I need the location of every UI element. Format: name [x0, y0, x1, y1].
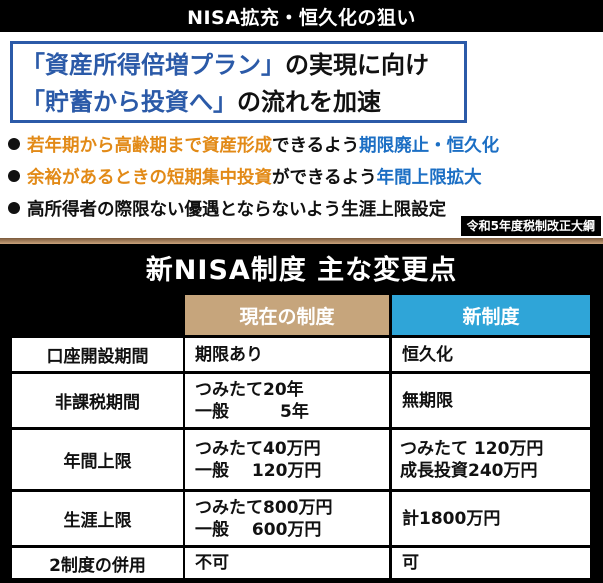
current-annual-limit-line2: 一般 120万円: [195, 460, 322, 481]
bullet-dot-icon: [8, 202, 20, 214]
goal-line-1-rest: の実現に向け: [285, 51, 429, 79]
goals-panel: 「資産所得倍増プラン」の実現に向け 「貯蓄から投資へ」の流れを加速 若年期から高…: [0, 32, 603, 238]
goal-line-1-highlight: 「資産所得倍増プラン」: [21, 51, 285, 79]
new-annual-limit-line1: つみたて 120万円: [400, 438, 544, 459]
top-banner-title: NISA拡充・恒久化の狙い: [187, 6, 416, 29]
bullet-list: 若年期から高齢期まで資産形成 できるよう 期限廃止・恒久化 余裕があるときの短期…: [8, 128, 598, 224]
top-banner: NISA拡充・恒久化の狙い: [0, 0, 603, 32]
header-new: 新制度: [392, 295, 590, 335]
goal-line-2: 「貯蓄から投資へ」の流れを加速: [21, 84, 464, 121]
bullet-dot-icon: [8, 138, 20, 150]
new-annual-limit-line2: 成長投資240万円: [400, 460, 538, 481]
new-account-period: 恒久化: [392, 338, 590, 371]
current-lifetime-limit: つみたて800万円 一般 600万円: [185, 492, 389, 545]
current-tax-free-period-line1: つみたて20年: [195, 379, 304, 400]
comparison-table: 現在の制度 新制度 口座開設期間 期限あり 恒久化 非課税期間 つみたて20年 …: [0, 290, 603, 583]
goal-box: 「資産所得倍増プラン」の実現に向け 「貯蓄から投資へ」の流れを加速: [10, 41, 467, 123]
goal-line-1: 「資産所得倍増プラン」の実現に向け: [21, 47, 464, 84]
row-label-tax-free-period: 非課税期間: [12, 374, 183, 427]
new-annual-limit: つみたて 120万円 成長投資240万円: [392, 430, 590, 489]
current-tax-free-period-line2: 一般 5年: [195, 401, 309, 422]
row-label-account-period: 口座開設期間: [12, 338, 183, 371]
current-lifetime-limit-line1: つみたて800万円: [195, 497, 333, 518]
row-label-concurrent-use: 2制度の併用: [12, 548, 183, 578]
current-annual-limit-line1: つみたて40万円: [195, 438, 321, 459]
bullet-item-2: 余裕があるときの短期集中投資 ができるよう 年間上限拡大: [8, 160, 598, 192]
row-label-annual-limit: 年間上限: [12, 430, 183, 489]
bullet-item-1: 若年期から高齢期まで資産形成 できるよう 期限廃止・恒久化: [8, 128, 598, 160]
bullet-dot-icon: [8, 170, 20, 182]
bullet-2-part-c: 年間上限拡大: [376, 167, 482, 188]
new-lifetime-limit: 計1800万円: [392, 492, 590, 545]
current-lifetime-limit-line2: 一般 600万円: [195, 519, 322, 540]
goal-line-2-rest: の流れを加速: [237, 88, 381, 116]
source-note: 令和5年度税制改正大綱: [460, 216, 601, 236]
bullet-1-part-b: できるよう: [272, 135, 360, 156]
bullet-1-part-c: 期限廃止・恒久化: [359, 135, 500, 156]
header-current: 現在の制度: [185, 295, 389, 335]
row-label-lifetime-limit: 生涯上限: [12, 492, 183, 545]
current-tax-free-period: つみたて20年 一般 5年: [185, 374, 389, 427]
table-title: 新NISA制度 主な変更点: [145, 254, 458, 286]
current-annual-limit: つみたて40万円 一般 120万円: [185, 430, 389, 489]
bullet-2-part-a: 余裕があるときの短期集中投資: [27, 167, 272, 188]
current-concurrent-use: 不可: [185, 548, 389, 578]
new-concurrent-use: 可: [392, 548, 590, 578]
goal-line-2-highlight: 「貯蓄から投資へ」: [21, 88, 237, 116]
new-tax-free-period: 無期限: [392, 374, 590, 427]
bullet-2-part-b: ができるよう: [272, 167, 377, 188]
table-title-bar: 新NISA制度 主な変更点: [0, 244, 603, 290]
current-account-period: 期限あり: [185, 338, 389, 371]
bullet-3-text: 高所得者の際限ない優遇とならないよう生涯上限設定: [27, 199, 447, 220]
bullet-1-part-a: 若年期から高齢期まで資産形成: [27, 135, 272, 156]
